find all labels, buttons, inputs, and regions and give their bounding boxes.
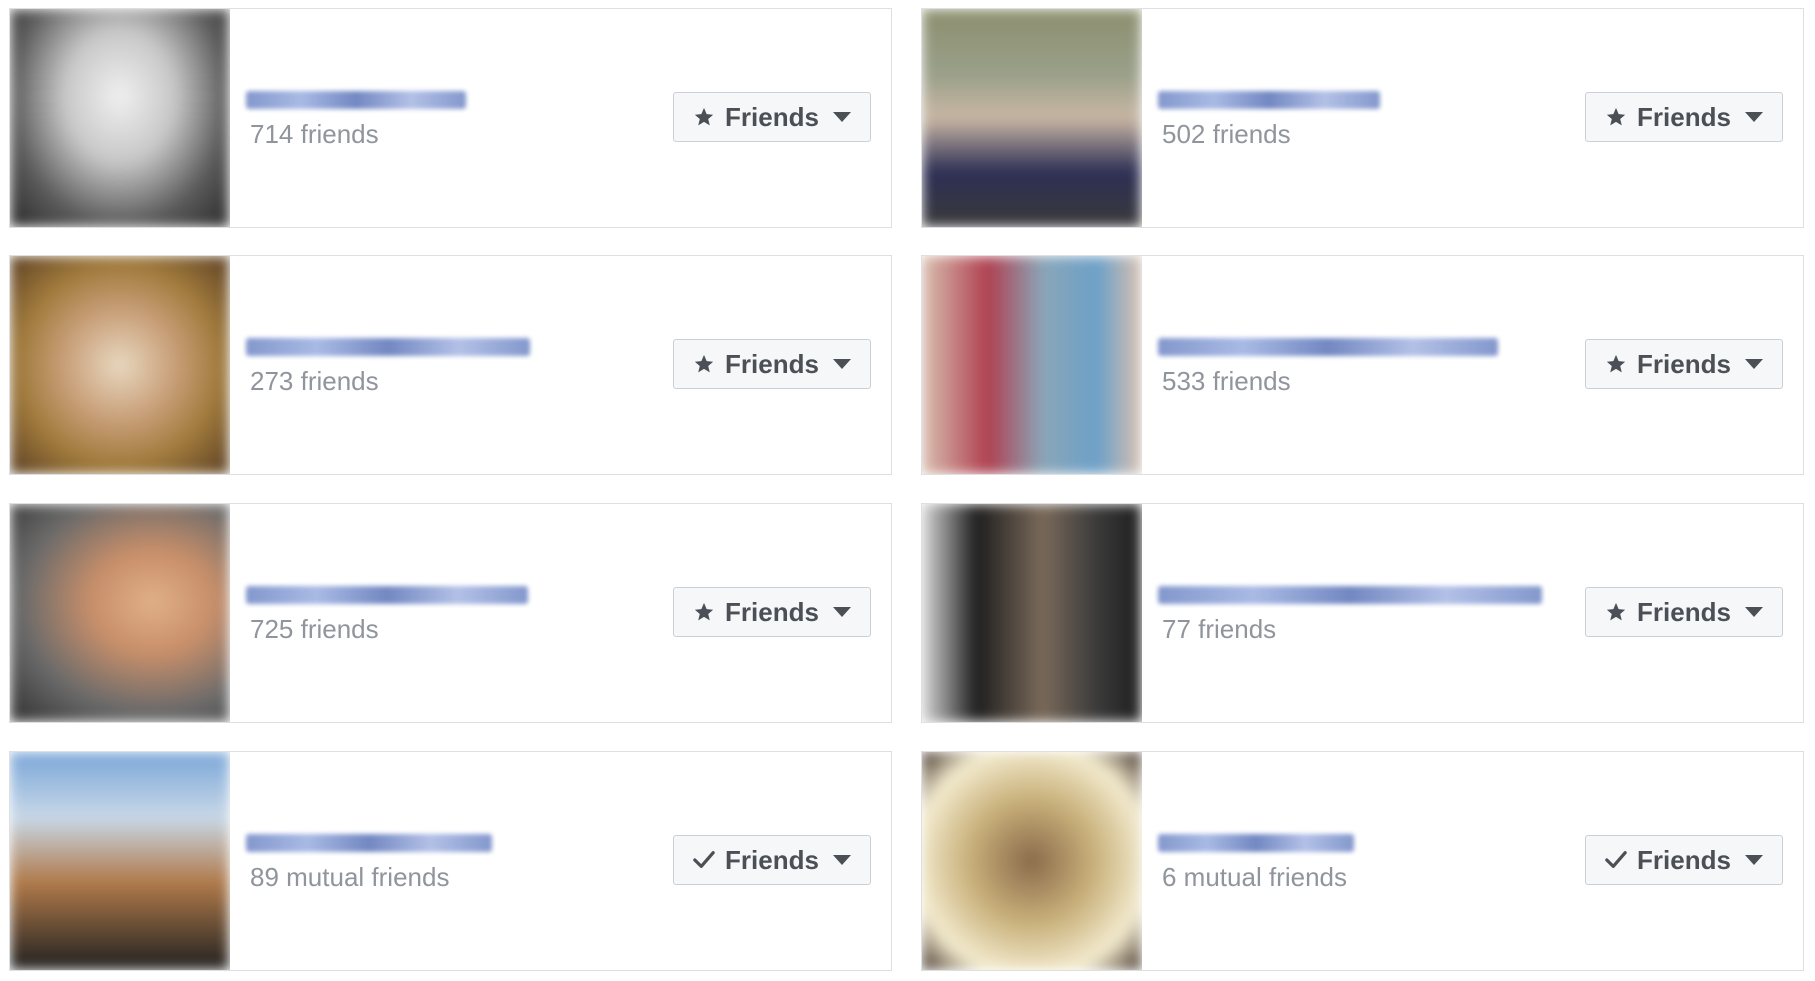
friend-count: 273 friends (250, 366, 379, 396)
friend-card: 77 friends Friends (921, 503, 1804, 723)
friend-name-redacted[interactable] (1158, 586, 1542, 604)
friends-button[interactable]: Friends (673, 92, 871, 142)
check-icon (1605, 849, 1627, 871)
chevron-down-icon (1744, 607, 1763, 617)
profile-photo[interactable] (922, 504, 1142, 722)
friends-grid: 714 friends Friends 502 friends Friends (0, 0, 1815, 981)
check-icon (693, 849, 715, 871)
friend-count: 725 friends (250, 614, 379, 644)
friend-count: 6 mutual friends (1162, 862, 1347, 892)
friend-name-redacted[interactable] (246, 338, 530, 356)
friend-name-redacted[interactable] (246, 834, 492, 852)
friend-count: 533 friends (1162, 366, 1291, 396)
friends-button[interactable]: Friends (673, 835, 871, 885)
chevron-down-icon (1744, 359, 1763, 369)
chevron-down-icon (832, 359, 851, 369)
chevron-down-icon (1744, 855, 1763, 865)
star-icon (1605, 353, 1627, 375)
star-icon (1605, 106, 1627, 128)
friends-button[interactable]: Friends (1585, 92, 1783, 142)
friends-button[interactable]: Friends (1585, 587, 1783, 637)
profile-photo[interactable] (922, 256, 1142, 474)
friend-count: 77 friends (1162, 614, 1277, 644)
friends-button-label: Friends (725, 844, 819, 875)
friend-count: 714 friends (250, 119, 379, 149)
chevron-down-icon (832, 607, 851, 617)
friend-card: 6 mutual friends Friends (921, 751, 1804, 971)
profile-photo[interactable] (10, 9, 230, 227)
chevron-down-icon (1744, 112, 1763, 122)
friend-count: 89 mutual friends (250, 862, 450, 892)
friend-name-redacted[interactable] (1158, 91, 1380, 109)
profile-photo[interactable] (10, 504, 230, 722)
friend-name-redacted[interactable] (1158, 834, 1354, 852)
friend-name-redacted[interactable] (246, 586, 528, 604)
friends-button[interactable]: Friends (1585, 339, 1783, 389)
star-icon (693, 106, 715, 128)
profile-photo[interactable] (922, 752, 1142, 970)
friend-card: 502 friends Friends (921, 8, 1804, 228)
friend-name-redacted[interactable] (1158, 338, 1498, 356)
friends-button[interactable]: Friends (673, 339, 871, 389)
star-icon (693, 353, 715, 375)
friend-count: 502 friends (1162, 119, 1291, 149)
friends-button-label: Friends (725, 101, 819, 132)
friend-card: 714 friends Friends (9, 8, 892, 228)
friends-button-label: Friends (1637, 348, 1731, 379)
chevron-down-icon (832, 112, 851, 122)
friends-button-label: Friends (1637, 101, 1731, 132)
friends-button-label: Friends (1637, 844, 1731, 875)
friends-button-label: Friends (1637, 596, 1731, 627)
friends-button-label: Friends (725, 596, 819, 627)
friend-name-redacted[interactable] (246, 91, 466, 109)
star-icon (1605, 601, 1627, 623)
friend-card: 725 friends Friends (9, 503, 892, 723)
friend-card: 273 friends Friends (9, 255, 892, 475)
friends-button[interactable]: Friends (673, 587, 871, 637)
friend-card: 533 friends Friends (921, 255, 1804, 475)
friend-card: 89 mutual friends Friends (9, 751, 892, 971)
chevron-down-icon (832, 855, 851, 865)
friends-button-label: Friends (725, 348, 819, 379)
profile-photo[interactable] (922, 9, 1142, 227)
star-icon (693, 601, 715, 623)
friends-button[interactable]: Friends (1585, 835, 1783, 885)
profile-photo[interactable] (10, 256, 230, 474)
profile-photo[interactable] (10, 752, 230, 970)
